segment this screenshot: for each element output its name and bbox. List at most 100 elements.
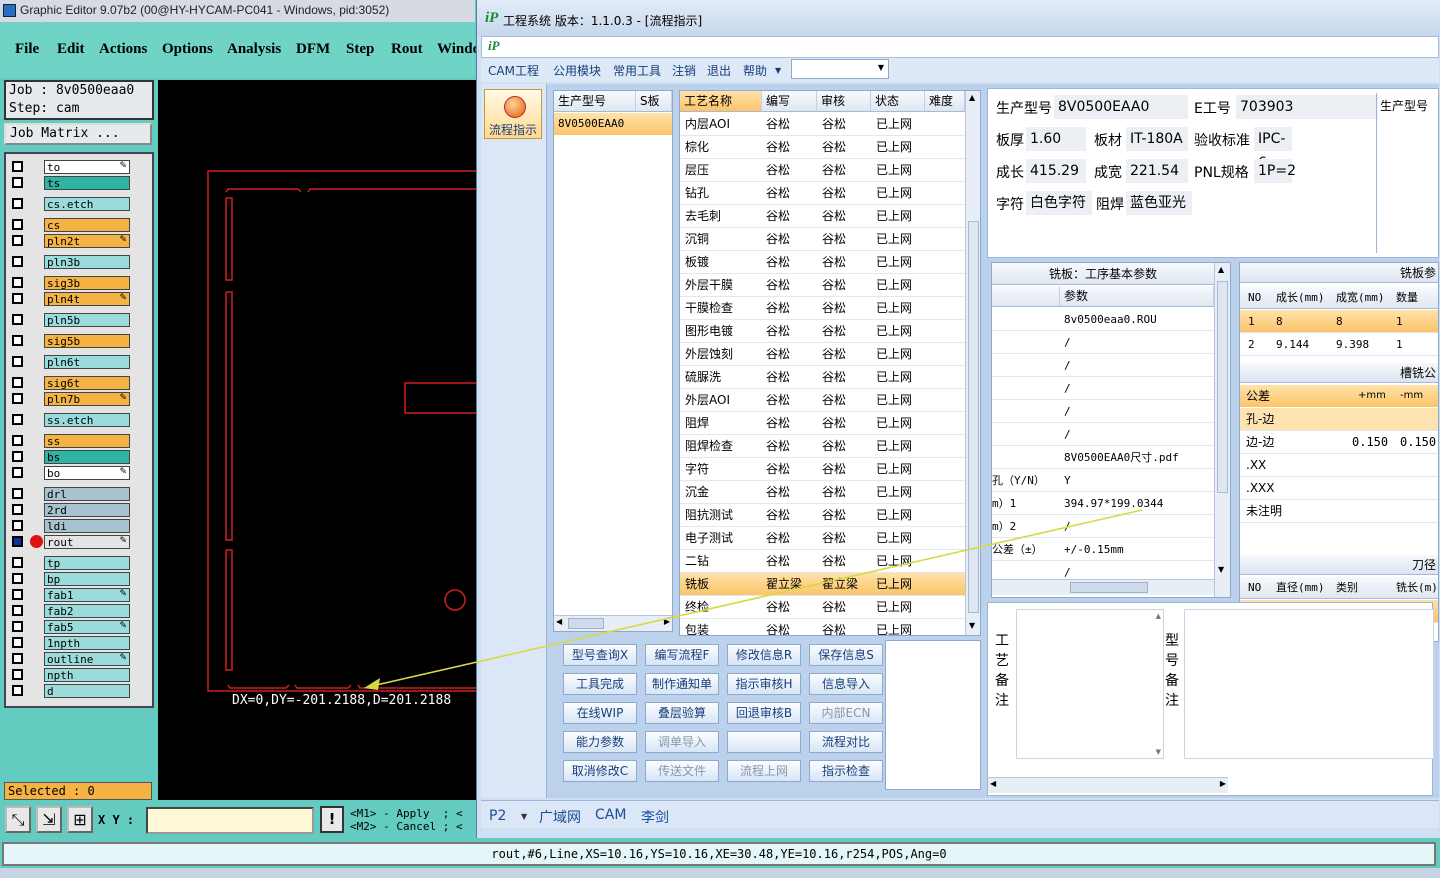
action-button-2[interactable]: 修改信息R xyxy=(727,644,801,666)
layer-checkbox[interactable] xyxy=(12,198,23,209)
remarks-hscroll[interactable]: ◀ ▶ xyxy=(988,777,1228,793)
scroll-up-icon[interactable]: ▲ xyxy=(969,93,975,102)
layer-row-pln7b[interactable]: pln7b ✎ xyxy=(10,392,130,406)
col-type[interactable]: 类别 xyxy=(1336,577,1358,599)
action-button-0[interactable]: 型号查询X xyxy=(563,644,637,666)
menu-combo[interactable]: ▼ xyxy=(791,59,889,79)
milling-row[interactable]: 公差（±） +/-0.15mm xyxy=(992,538,1214,561)
menu-public-module[interactable]: 公用模块 xyxy=(553,62,601,79)
layer-name[interactable]: 1npth xyxy=(44,636,130,650)
action-button-5[interactable]: 制作通知单 xyxy=(645,673,719,695)
action-button-7[interactable]: 信息导入 xyxy=(809,673,883,695)
menu-window[interactable]: Windo xyxy=(437,41,480,58)
action-button-10[interactable]: 回退审核B xyxy=(727,702,801,724)
layer-name[interactable]: bp xyxy=(44,572,130,586)
std-value[interactable]: IPC-6 xyxy=(1254,127,1292,171)
process-row[interactable]: 层压 谷松 谷松 已上网 xyxy=(680,159,965,182)
menu-analysis[interactable]: Analysis xyxy=(227,41,281,58)
milling-row[interactable]: m）1 394.97*199.0344 xyxy=(992,492,1214,515)
mill-size-row[interactable]: 1881 xyxy=(1240,310,1438,333)
col-len[interactable]: 成长(mm) xyxy=(1276,287,1325,309)
process-row[interactable]: 终检 谷松 谷松 已上网 xyxy=(680,596,965,619)
mill-scroll-up-icon[interactable]: ▲ xyxy=(1218,265,1224,274)
layer-name[interactable]: bo xyxy=(44,466,130,480)
layer-row-ss[interactable]: ss xyxy=(10,434,130,448)
action-button-3[interactable]: 保存信息S xyxy=(809,644,883,666)
layer-checkbox[interactable] xyxy=(12,653,23,664)
pnl-value[interactable]: 1P=2 xyxy=(1254,159,1296,183)
remarks-scroll-left-icon[interactable]: ◀ xyxy=(990,779,996,788)
layer-row-pln5b[interactable]: pln5b xyxy=(10,313,130,327)
process-row[interactable]: 外层蚀刻 谷松 谷松 已上网 xyxy=(680,343,965,366)
milling-row[interactable]: 8v0500eaa0.ROU xyxy=(992,308,1214,331)
process-row[interactable]: 字符 谷松 谷松 已上网 xyxy=(680,458,965,481)
action-button-8[interactable]: 在线WIP xyxy=(563,702,637,724)
menu-rout[interactable]: Rout xyxy=(391,41,423,58)
process-scroll-thumb[interactable] xyxy=(968,221,979,613)
model-hscroll[interactable]: ◀ ▶ xyxy=(554,615,672,631)
layer-name[interactable]: bs xyxy=(44,450,130,464)
layer-row-to[interactable]: to ✎ xyxy=(10,160,130,174)
menu-exit[interactable]: 退出 xyxy=(707,62,731,79)
process-row[interactable]: 阻抗测试 谷松 谷松 已上网 xyxy=(680,504,965,527)
process-row[interactable]: 包装 谷松 谷松 已上网 xyxy=(680,619,965,635)
col-sboard[interactable]: S板 xyxy=(636,91,672,111)
remark-scroll-up-icon[interactable]: ▲ xyxy=(1156,612,1161,620)
layer-name[interactable]: to xyxy=(44,160,130,174)
col-process-name[interactable]: 工艺名称 xyxy=(680,91,762,111)
layer-row-sig3b[interactable]: sig3b xyxy=(10,276,130,290)
milling-row[interactable]: 8V0500EAA0尺寸.pdf xyxy=(992,446,1214,469)
layer-row-ts[interactable]: ts xyxy=(10,176,130,190)
layer-name[interactable]: sig6t xyxy=(44,376,130,390)
scroll-down-icon[interactable]: ▼ xyxy=(969,621,975,630)
action-button-16[interactable]: 取消修改C xyxy=(563,760,637,782)
layer-name[interactable]: sig5b xyxy=(44,334,130,348)
layer-row-pln3b[interactable]: pln3b xyxy=(10,255,130,269)
layer-row-sig5b[interactable]: sig5b xyxy=(10,334,130,348)
col-reviewer[interactable]: 审核 xyxy=(817,91,871,111)
layer-name[interactable]: ss xyxy=(44,434,130,448)
slot-tol-row[interactable]: .XXX xyxy=(1240,477,1438,500)
layer-checkbox[interactable] xyxy=(12,293,23,304)
layer-name[interactable]: fab1 xyxy=(44,588,130,602)
col-wid[interactable]: 成宽(mm) xyxy=(1336,287,1385,309)
process-row[interactable]: 干膜检查 谷松 谷松 已上网 xyxy=(680,297,965,320)
milling-row[interactable]: / xyxy=(992,400,1214,423)
layer-name[interactable]: drl xyxy=(44,487,130,501)
layer-checkbox[interactable] xyxy=(12,356,23,367)
col-minus[interactable]: -mm xyxy=(1400,385,1423,407)
milling-vscroll[interactable]: ▲ ▼ xyxy=(1214,263,1230,597)
remark-scroll-down-icon[interactable]: ▼ xyxy=(1156,748,1161,756)
col-tool-no[interactable]: NO xyxy=(1248,577,1261,599)
action-button-14[interactable] xyxy=(727,731,801,753)
remarks-scroll-right-icon[interactable]: ▶ xyxy=(1220,779,1226,788)
layer-checkbox[interactable] xyxy=(12,277,23,288)
layer-checkbox[interactable] xyxy=(12,685,23,696)
layer-checkbox[interactable] xyxy=(12,669,23,680)
col-tol[interactable]: 公差 xyxy=(1246,385,1270,407)
layer-checkbox[interactable] xyxy=(12,573,23,584)
col-param-name[interactable] xyxy=(992,286,1060,306)
layer-checkbox[interactable] xyxy=(12,467,23,478)
menu-actions[interactable]: Actions xyxy=(99,41,147,58)
action-button-13[interactable]: 调单导入 xyxy=(645,731,719,753)
layer-checkbox[interactable] xyxy=(12,256,23,267)
menu-common-tools[interactable]: 常用工具 xyxy=(613,62,661,79)
col-param[interactable]: 参数 xyxy=(1060,286,1214,306)
milling-row[interactable]: / xyxy=(992,377,1214,400)
layer-name[interactable]: ldi xyxy=(44,519,130,533)
layer-checkbox[interactable] xyxy=(12,235,23,246)
layer-checkbox[interactable] xyxy=(12,536,23,547)
layer-name[interactable]: 2rd xyxy=(44,503,130,517)
layer-checkbox[interactable] xyxy=(12,435,23,446)
action-button-17[interactable]: 传送文件 xyxy=(645,760,719,782)
process-row[interactable]: 阻焊 谷松 谷松 已上网 xyxy=(680,412,965,435)
layer-row-bo[interactable]: bo ✎ xyxy=(10,466,130,480)
milling-row[interactable]: / xyxy=(992,423,1214,446)
milling-hscroll[interactable] xyxy=(992,579,1214,595)
process-row[interactable]: 沉铜 谷松 谷松 已上网 xyxy=(680,228,965,251)
layer-row-rout[interactable]: rout ✎ xyxy=(10,535,130,549)
len-value[interactable]: 415.29 xyxy=(1026,159,1086,183)
menu-logout[interactable]: 注销 xyxy=(672,62,696,79)
layer-row-fab1[interactable]: fab1 ✎ xyxy=(10,588,130,602)
